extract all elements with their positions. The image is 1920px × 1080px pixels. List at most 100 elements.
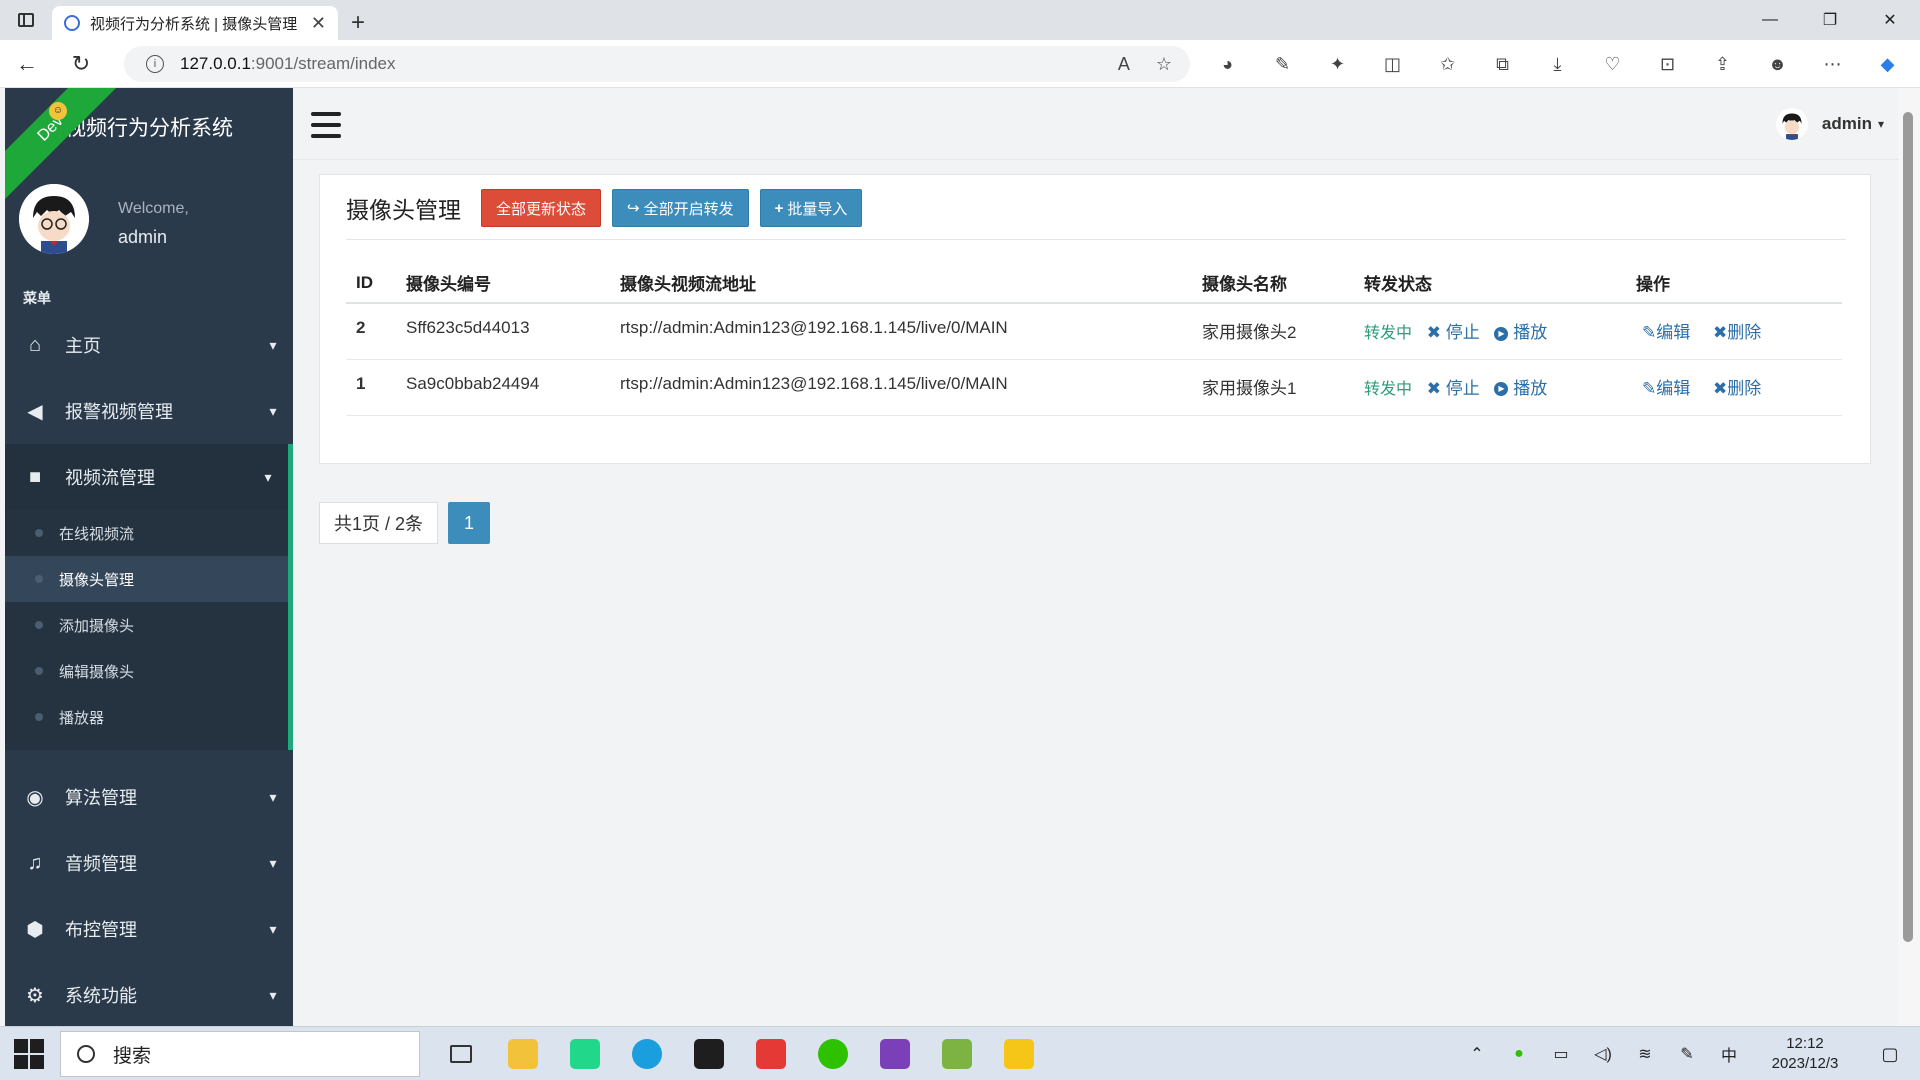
edge-browser-icon[interactable] <box>616 1033 678 1075</box>
chevron-down-icon: ▾ <box>269 920 277 937</box>
submenu-item-online-stream[interactable]: 在线视频流 <box>5 510 288 556</box>
camera-manage-card: 摄像头管理 全部更新状态 ↪ 全部开启转发 + 批量导入 ID 摄像头编号 摄像头视… <box>319 174 1871 464</box>
visual-studio-icon[interactable] <box>864 1033 926 1075</box>
more-options-icon[interactable]: ⋯ <box>1805 54 1860 75</box>
extensions-puzzle-icon[interactable]: ✦ <box>1310 54 1365 75</box>
stop-forward-button[interactable]: ✖ 停止 <box>1427 379 1480 398</box>
window-controls: — ❐ ✕ <box>1740 0 1920 40</box>
sidebar-item-system[interactable]: ⚙ 系统功能 ▾ <box>5 962 293 1026</box>
submenu-item-add-camera[interactable]: 添加摄像头 <box>5 602 288 648</box>
cube-icon: ⬢ <box>26 918 44 941</box>
minimize-icon[interactable]: — <box>1740 0 1800 40</box>
edit-button[interactable]: ✎编辑 <box>1642 379 1690 398</box>
copilot-icon[interactable]: ◆ <box>1860 54 1915 75</box>
image-viewer-icon[interactable] <box>926 1033 988 1075</box>
split-screen-icon[interactable]: ◫ <box>1365 54 1420 75</box>
edit-icon: ✎ <box>1642 378 1657 398</box>
sidebar-item-label: 主页 <box>65 336 101 356</box>
task-view-icon[interactable] <box>430 1033 492 1075</box>
sidebar-item-algorithm[interactable]: ◉ 算法管理 ▾ <box>5 764 293 830</box>
volume-icon[interactable]: ◁) <box>1582 1044 1624 1064</box>
sidebar-item-deploy[interactable]: ⬢ 布控管理 ▾ <box>5 896 293 962</box>
profile-extension-icon[interactable]: ☻ <box>1750 54 1805 75</box>
network-icon[interactable]: ≋ <box>1624 1044 1666 1064</box>
read-aloud-icon[interactable]: A <box>1118 54 1130 75</box>
notification-icon[interactable]: ▢ <box>1860 1044 1920 1065</box>
table-row: 2 Sff623c5d44013 rtsp://admin:Admin123@1… <box>346 303 1842 360</box>
submenu-item-edit-camera[interactable]: 编辑摄像头 <box>5 648 288 694</box>
camera-table: ID 摄像头编号 摄像头视频流地址 摄像头名称 转发状态 操作 2 Sff623… <box>346 263 1842 416</box>
chevron-up-icon[interactable]: ⌃ <box>1456 1044 1498 1064</box>
wechat-icon[interactable] <box>802 1033 864 1075</box>
tab-actions-button[interactable] <box>0 0 52 40</box>
divider <box>346 239 1846 240</box>
favorite-star-icon[interactable]: ☆ <box>1156 54 1172 75</box>
battery-icon[interactable]: ▭ <box>1540 1044 1582 1064</box>
clock-date: 2023/12/3 <box>1771 1055 1839 1072</box>
terminal-icon[interactable] <box>678 1033 740 1075</box>
favorites-icon[interactable]: ✩ <box>1420 54 1475 75</box>
new-tab-button[interactable]: + <box>338 6 378 40</box>
screenshot-icon[interactable]: ⊡ <box>1640 54 1695 75</box>
main-content: admin ▾ 摄像头管理 全部更新状态 ↪ 全部开启转发 + 批量导入 ID 摄像… <box>293 88 1898 1026</box>
site-info-icon[interactable]: i <box>146 55 164 73</box>
back-arrow-icon[interactable]: ← <box>0 40 54 88</box>
status-badge: 转发中 <box>1364 380 1413 398</box>
welcome-text: Welcome, <box>118 200 189 217</box>
update-all-status-button[interactable]: 全部更新状态 <box>481 189 602 227</box>
delete-button[interactable]: ✖删除 <box>1713 379 1761 398</box>
browser-tab-active[interactable]: 视频行为分析系统 | 摄像头管理 ✕ <box>52 6 338 40</box>
tab-close-icon[interactable]: ✕ <box>311 13 326 34</box>
chevron-down-icon: ▾ <box>269 788 277 805</box>
chevron-down-icon: ▾ <box>269 336 277 353</box>
forward-all-button[interactable]: ↪ 全部开启转发 <box>612 189 749 227</box>
sidebar-item-stream[interactable]: ■ 视频流管理 ▾ <box>5 444 293 510</box>
address-bar[interactable]: i 127.0.0.1:9001/stream/index A ☆ <box>124 46 1190 82</box>
play-button[interactable]: ▶ 播放 <box>1494 379 1547 398</box>
pycharm-icon[interactable] <box>554 1033 616 1075</box>
refresh-icon[interactable]: ↻ <box>54 40 108 88</box>
share-icon[interactable]: ⇪ <box>1695 54 1750 75</box>
app-title[interactable]: 视频行为分析系统 <box>65 112 233 142</box>
downloads-icon[interactable]: ⤓ <box>1530 54 1585 75</box>
windows-start-icon[interactable] <box>14 1039 44 1069</box>
scrollbar-thumb[interactable] <box>1903 112 1913 942</box>
wps-office-icon[interactable] <box>740 1033 802 1075</box>
color-extension-icon[interactable]: ◕ <box>1200 54 1255 75</box>
sidebar-item-home[interactable]: ⌂ 主页 ▾ <box>5 312 293 378</box>
window-close-icon[interactable]: ✕ <box>1860 0 1920 40</box>
file-explorer-icon[interactable] <box>492 1033 554 1075</box>
top-navbar: admin ▾ <box>293 88 1898 160</box>
browser-toolbar: ← ↻ i 127.0.0.1:9001/stream/index A ☆ ◕ … <box>0 40 1920 88</box>
menu-toggle-icon[interactable] <box>311 112 341 138</box>
collections-icon[interactable]: ⧉ <box>1475 54 1530 75</box>
chevron-down-icon: ▾ <box>264 468 272 485</box>
pen-icon[interactable]: ✎ <box>1666 1044 1708 1064</box>
page-button-1[interactable]: 1 <box>448 502 491 544</box>
stop-forward-button[interactable]: ✖ 停止 <box>1427 323 1480 342</box>
sidebar-item-alarm-video[interactable]: ◀ 报警视频管理 ▾ <box>5 378 293 444</box>
batch-import-button[interactable]: + 批量导入 <box>759 189 863 227</box>
wechat-tray-icon[interactable]: ● <box>1498 1045 1540 1063</box>
vertical-scrollbar[interactable] <box>1898 88 1920 1026</box>
play-button[interactable]: ▶ 播放 <box>1494 323 1547 342</box>
delete-button[interactable]: ✖删除 <box>1713 323 1761 342</box>
user-menu[interactable]: admin ▾ <box>1775 108 1884 140</box>
taskbar-search[interactable]: 搜索 <box>60 1031 420 1077</box>
close-icon: ✖ <box>1426 323 1441 342</box>
search-icon <box>77 1045 95 1063</box>
restore-icon[interactable]: ❐ <box>1800 0 1860 40</box>
ime-indicator[interactable]: 中 <box>1708 1042 1750 1066</box>
card-header: 摄像头管理 全部更新状态 ↪ 全部开启转发 + 批量导入 <box>346 189 873 227</box>
python-app-icon[interactable] <box>988 1033 1050 1075</box>
action-label: 编辑 <box>1656 323 1691 342</box>
profile-avatar <box>19 184 89 254</box>
pen-extension-icon[interactable]: ✎ <box>1255 54 1310 75</box>
performance-heart-icon[interactable]: ♡ <box>1585 54 1640 75</box>
submenu-item-camera-manage[interactable]: 摄像头管理 <box>5 556 288 602</box>
edit-button[interactable]: ✎编辑 <box>1642 323 1690 342</box>
share-icon: ↪ <box>627 200 640 217</box>
submenu-item-player[interactable]: 播放器 <box>5 694 288 740</box>
clock[interactable]: 12:12 2023/12/3 <box>1750 1034 1860 1074</box>
sidebar-item-audio[interactable]: ♫ 音频管理 ▾ <box>5 830 293 896</box>
